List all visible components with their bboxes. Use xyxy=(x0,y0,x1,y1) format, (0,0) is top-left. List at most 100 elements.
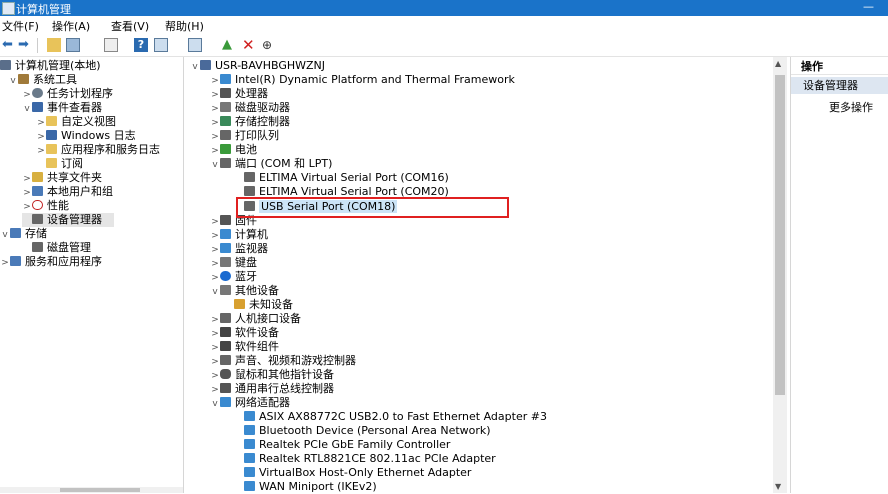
actions-section-device-manager[interactable]: 设备管理器 xyxy=(791,77,888,94)
chevron-right-icon[interactable]: > xyxy=(22,186,32,200)
chevron-right-icon[interactable]: > xyxy=(210,271,220,285)
minimize-button[interactable]: — xyxy=(863,0,874,13)
chevron-right-icon[interactable]: > xyxy=(36,116,46,130)
horizontal-scrollbar[interactable] xyxy=(0,487,183,493)
back-icon[interactable]: ⬅ xyxy=(2,38,16,52)
tree-item-app-service-logs[interactable]: > 应用程序和服务日志 xyxy=(36,143,160,157)
tree-item-computer-management[interactable]: 计算机管理(本地) xyxy=(0,59,101,73)
chevron-right-icon[interactable]: > xyxy=(210,355,220,369)
device-category-ports[interactable]: v 端口 (COM 和 LPT) xyxy=(210,157,332,171)
view-icon[interactable] xyxy=(154,38,168,52)
tree-item-performance[interactable]: > 性能 xyxy=(22,199,69,213)
chevron-right-icon[interactable]: > xyxy=(210,88,220,102)
device-unknown[interactable]: 未知设备 xyxy=(234,298,293,312)
menu-file[interactable]: 文件(F) xyxy=(2,18,39,34)
device-virtualbox-adapter[interactable]: VirtualBox Host-Only Ethernet Adapter xyxy=(234,466,471,480)
help-icon[interactable]: ? xyxy=(134,38,148,52)
chevron-down-icon[interactable]: v xyxy=(210,285,220,299)
scroll-up-icon[interactable]: ▲ xyxy=(775,59,781,68)
tree-item-windows-logs[interactable]: > Windows 日志 xyxy=(36,129,135,144)
device-category-software-components[interactable]: > 软件组件 xyxy=(210,340,279,354)
forward-icon[interactable]: ➡ xyxy=(18,38,32,52)
properties-icon[interactable] xyxy=(104,38,118,52)
device-category-usb[interactable]: > 通用串行总线控制器 xyxy=(210,382,334,396)
disable-icon[interactable]: ⊕ xyxy=(262,38,276,52)
device-category-battery[interactable]: > 电池 xyxy=(210,143,257,157)
chevron-right-icon[interactable]: > xyxy=(36,144,46,158)
chevron-right-icon[interactable]: > xyxy=(22,172,32,186)
chevron-right-icon[interactable]: > xyxy=(210,102,220,116)
device-realtek-gbe[interactable]: Realtek PCIe GbE Family Controller xyxy=(234,438,450,452)
chevron-right-icon[interactable]: > xyxy=(210,313,220,327)
up-folder-icon[interactable] xyxy=(47,38,61,52)
update-driver-icon[interactable]: ▲ xyxy=(222,38,236,52)
chevron-down-icon[interactable]: v xyxy=(210,158,220,172)
chevron-right-icon[interactable]: > xyxy=(210,383,220,397)
chevron-right-icon[interactable]: > xyxy=(210,243,220,257)
chevron-right-icon[interactable]: > xyxy=(210,74,220,88)
chevron-right-icon[interactable]: > xyxy=(210,257,220,271)
device-category-other-devices[interactable]: v 其他设备 xyxy=(210,284,279,298)
chevron-down-icon[interactable]: v xyxy=(210,397,220,411)
device-wan-miniport[interactable]: WAN Miniport (IKEv2) xyxy=(234,480,377,494)
tree-item-local-users[interactable]: > 本地用户和组 xyxy=(22,185,113,199)
chevron-right-icon[interactable]: > xyxy=(22,200,32,214)
device-asix-adapter[interactable]: ASIX AX88772C USB2.0 to Fast Ethernet Ad… xyxy=(234,410,547,424)
device-category-mice[interactable]: > 鼠标和其他指针设备 xyxy=(210,368,334,382)
chevron-right-icon[interactable]: > xyxy=(210,229,220,243)
vertical-scrollbar[interactable]: ▲ ▼ xyxy=(773,57,787,493)
device-category-hid[interactable]: > 人机接口设备 xyxy=(210,312,301,326)
chevron-right-icon[interactable]: > xyxy=(210,369,220,383)
tree-item-services-apps[interactable]: > 服务和应用程序 xyxy=(0,255,102,269)
chevron-down-icon[interactable]: v xyxy=(22,102,32,116)
scrollbar-thumb[interactable] xyxy=(775,75,785,395)
device-category-intel-dptf[interactable]: > Intel(R) Dynamic Platform and Thermal F… xyxy=(210,73,515,87)
tree-item-disk-management[interactable]: 磁盘管理 xyxy=(22,241,91,255)
scroll-down-icon[interactable]: ▼ xyxy=(775,482,781,491)
title-bar: 计算机管理 — xyxy=(0,0,888,16)
chevron-right-icon[interactable]: > xyxy=(210,215,220,229)
chevron-right-icon[interactable]: > xyxy=(36,130,46,144)
device-category-network-adapters[interactable]: v 网络适配器 xyxy=(210,396,290,410)
tree-item-event-viewer[interactable]: v 事件查看器 xyxy=(22,101,102,115)
tree-item-storage[interactable]: v 存储 xyxy=(0,227,47,241)
device-category-sound[interactable]: > 声音、视频和游戏控制器 xyxy=(210,354,356,368)
device-category-storage-controllers[interactable]: > 存储控制器 xyxy=(210,115,290,129)
tree-item-system-tools[interactable]: v 系统工具 xyxy=(8,73,77,87)
chevron-right-icon[interactable]: > xyxy=(22,88,32,102)
chevron-right-icon[interactable]: > xyxy=(210,327,220,341)
device-realtek-wifi[interactable]: Realtek RTL8821CE 802.11ac PCIe Adapter xyxy=(234,452,496,466)
device-root[interactable]: v USR-BAVHBGHWZNJ xyxy=(190,59,325,73)
device-category-print-queues[interactable]: > 打印队列 xyxy=(210,129,279,143)
uninstall-icon[interactable]: ✕ xyxy=(242,38,256,53)
device-category-software-devices[interactable]: > 软件设备 xyxy=(210,326,279,340)
chevron-right-icon[interactable]: > xyxy=(210,341,220,355)
network-adapter-icon xyxy=(244,411,255,421)
device-category-processor[interactable]: > 处理器 xyxy=(210,87,268,101)
menu-view[interactable]: 查看(V) xyxy=(111,18,149,34)
chevron-down-icon[interactable]: v xyxy=(8,74,18,88)
tree-item-subscriptions[interactable]: 订阅 xyxy=(36,157,83,171)
device-category-disk-drives[interactable]: > 磁盘驱动器 xyxy=(210,101,290,115)
chevron-right-icon[interactable]: > xyxy=(210,116,220,130)
device-bluetooth-pan[interactable]: Bluetooth Device (Personal Area Network) xyxy=(234,424,491,438)
tree-item-device-manager[interactable]: 设备管理器 xyxy=(22,213,114,227)
device-category-monitors[interactable]: > 监视器 xyxy=(210,242,268,256)
chevron-right-icon[interactable]: > xyxy=(0,256,10,270)
chevron-down-icon[interactable]: v xyxy=(0,228,10,242)
menu-action[interactable]: 操作(A) xyxy=(52,18,90,34)
device-category-computer[interactable]: > 计算机 xyxy=(210,228,268,242)
menu-help[interactable]: 帮助(H) xyxy=(165,18,204,34)
device-eltima-com16[interactable]: ELTIMA Virtual Serial Port (COM16) xyxy=(234,171,449,185)
more-actions-link[interactable]: 更多操作 xyxy=(829,99,873,115)
scan-hardware-icon[interactable] xyxy=(188,38,202,52)
chevron-right-icon[interactable]: > xyxy=(210,130,220,144)
tree-item-shared-folders[interactable]: > 共享文件夹 xyxy=(22,171,102,185)
chevron-down-icon[interactable]: v xyxy=(190,60,200,74)
show-hide-tree-icon[interactable] xyxy=(66,38,80,52)
chevron-right-icon[interactable]: > xyxy=(210,144,220,158)
device-category-keyboards[interactable]: > 键盘 xyxy=(210,256,257,270)
tree-item-task-scheduler[interactable]: > 任务计划程序 xyxy=(22,87,113,101)
tree-item-custom-views[interactable]: > 自定义视图 xyxy=(36,115,116,129)
device-category-bluetooth[interactable]: > 蓝牙 xyxy=(210,270,257,284)
